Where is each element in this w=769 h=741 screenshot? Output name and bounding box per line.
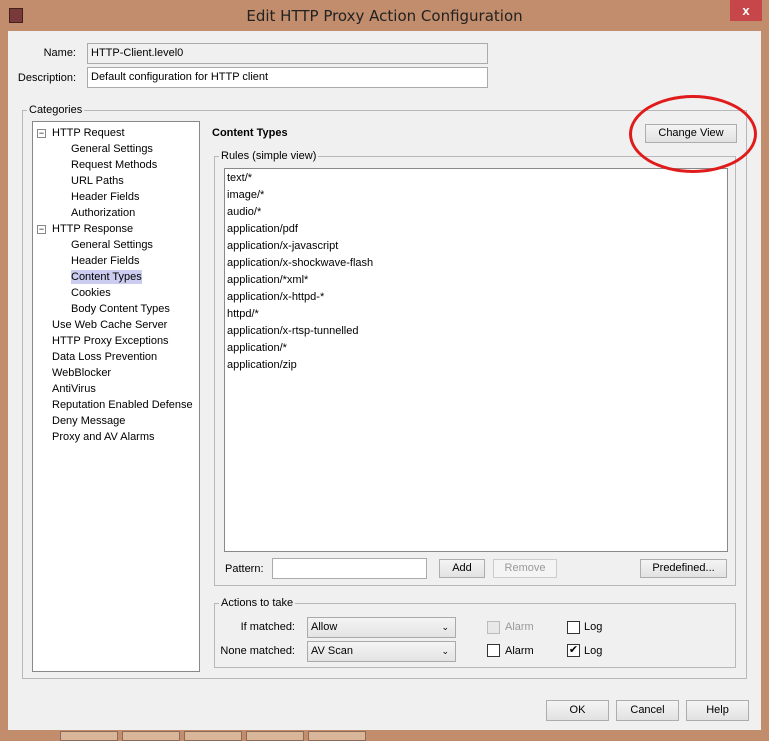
tree-item[interactable]: General Settings — [71, 142, 153, 156]
taskbar-item[interactable] — [184, 731, 242, 741]
tree-item[interactable]: HTTP Response — [52, 222, 133, 236]
predefined-button[interactable]: Predefined... — [640, 559, 727, 578]
rules-list[interactable]: text/* image/* audio/* application/pdf appli… — [224, 168, 728, 552]
none-matched-label: None matched: — [220, 645, 295, 657]
app-icon — [9, 8, 23, 23]
rule-item[interactable]: application/*xml* — [227, 272, 308, 289]
none-matched-value: AV Scan — [311, 645, 353, 657]
annotation-circle — [629, 95, 757, 173]
collapse-icon[interactable]: − — [37, 129, 46, 138]
none-matched-log-checkbox[interactable]: ✔ — [567, 644, 580, 657]
rule-item[interactable]: image/* — [227, 187, 264, 204]
actions-legend: Actions to take — [219, 597, 296, 609]
rule-item[interactable]: application/x-httpd-* — [227, 289, 324, 306]
actions-group — [214, 603, 736, 668]
tree-item[interactable]: Header Fields — [71, 190, 139, 204]
none-matched-log-label: Log — [584, 645, 603, 657]
description-field[interactable]: Default configuration for HTTP client — [87, 67, 488, 88]
none-matched-alarm-label: Alarm — [505, 645, 534, 657]
if-matched-value: Allow — [311, 621, 338, 633]
category-tree[interactable]: HTTP Request − General Settings Request Met… — [32, 121, 200, 672]
tree-item[interactable]: Use Web Cache Server — [52, 318, 167, 332]
tree-item[interactable]: Content Types — [71, 270, 142, 284]
tree-item[interactable]: HTTP Request — [52, 126, 125, 140]
rule-item[interactable]: application/zip — [227, 357, 297, 374]
tree-item[interactable]: Body Content Types — [71, 302, 170, 316]
rule-item[interactable]: application/x-shockwave-flash — [227, 255, 373, 272]
if-matched-log-checkbox[interactable] — [567, 621, 580, 634]
description-label: Description: — [17, 72, 76, 84]
pattern-label: Pattern: — [225, 563, 264, 575]
ok-button[interactable]: OK — [546, 700, 609, 721]
chevron-down-icon: ⌄ — [441, 646, 449, 656]
tree-item[interactable]: AntiVirus — [52, 382, 96, 396]
tree-item[interactable]: Data Loss Prevention — [52, 350, 157, 364]
window-title: Edit HTTP Proxy Action Configuration — [246, 7, 523, 25]
content-heading: Content Types — [212, 127, 288, 139]
if-matched-alarm-label: Alarm — [505, 621, 534, 633]
tree-item[interactable]: HTTP Proxy Exceptions — [52, 334, 169, 348]
if-matched-alarm-checkbox[interactable] — [487, 621, 500, 634]
remove-button[interactable]: Remove — [493, 559, 557, 578]
tree-item[interactable]: WebBlocker — [52, 366, 111, 380]
rule-item[interactable]: audio/* — [227, 204, 261, 221]
rule-item[interactable]: httpd/* — [227, 306, 259, 323]
if-matched-select[interactable]: Allow ⌄ — [307, 617, 456, 638]
tree-item[interactable]: Authorization — [71, 206, 135, 220]
help-button[interactable]: Help — [686, 700, 749, 721]
checkmark-icon: ✔ — [568, 644, 579, 656]
taskbar-item[interactable] — [60, 731, 118, 741]
tree-item[interactable]: URL Paths — [71, 174, 124, 188]
collapse-icon[interactable]: − — [37, 225, 46, 234]
close-button[interactable]: x — [730, 0, 762, 21]
tree-item[interactable]: Header Fields — [71, 254, 139, 268]
rule-item[interactable]: application/pdf — [227, 221, 298, 238]
none-matched-alarm-checkbox[interactable] — [487, 644, 500, 657]
pattern-input[interactable] — [272, 558, 427, 579]
name-label: Name: — [43, 47, 76, 59]
cancel-button[interactable]: Cancel — [616, 700, 679, 721]
name-field[interactable]: HTTP-Client.level0 — [87, 43, 488, 64]
tree-item[interactable]: Cookies — [71, 286, 111, 300]
tree-item[interactable]: Proxy and AV Alarms — [52, 430, 155, 444]
tree-item[interactable]: Deny Message — [52, 414, 125, 428]
tree-item[interactable]: Reputation Enabled Defense — [52, 398, 193, 412]
tree-item[interactable]: General Settings — [71, 238, 153, 252]
chevron-down-icon: ⌄ — [441, 622, 449, 632]
rule-item[interactable]: text/* — [227, 170, 252, 187]
rule-item[interactable]: application/* — [227, 340, 287, 357]
taskbar-item[interactable] — [122, 731, 180, 741]
taskbar-item[interactable] — [308, 731, 366, 741]
if-matched-label: If matched: — [240, 621, 295, 633]
rule-item[interactable]: application/x-javascript — [227, 238, 338, 255]
rule-item[interactable]: application/x-rtsp-tunnelled — [227, 323, 358, 340]
none-matched-select[interactable]: AV Scan ⌄ — [307, 641, 456, 662]
if-matched-log-label: Log — [584, 621, 603, 633]
add-button[interactable]: Add — [439, 559, 485, 578]
rules-legend: Rules (simple view) — [219, 150, 319, 162]
tree-item[interactable]: Request Methods — [71, 158, 157, 172]
taskbar-item[interactable] — [246, 731, 304, 741]
categories-legend: Categories — [27, 104, 85, 116]
